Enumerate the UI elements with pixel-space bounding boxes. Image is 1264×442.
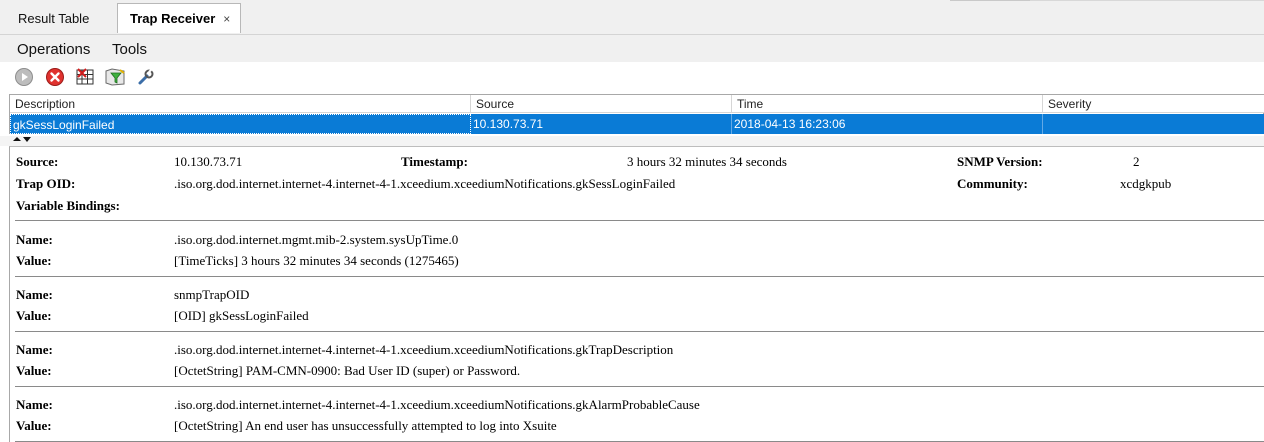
menu-operations[interactable]: Operations xyxy=(17,41,90,58)
column-header-description[interactable]: Description xyxy=(10,95,471,113)
binding-value-label: Value: xyxy=(16,253,52,268)
binding-value: [OctetString] PAM-CMN-0900: Bad User ID … xyxy=(174,363,521,378)
tabstrip-edge xyxy=(1030,0,1264,1)
column-header-severity[interactable]: Severity xyxy=(1043,95,1264,113)
snmp-version-label: SNMP Version: xyxy=(957,154,1043,169)
settings-button[interactable] xyxy=(135,66,157,88)
divider xyxy=(15,331,1264,332)
source-value: 10.130.73.71 xyxy=(174,154,243,169)
timestamp-label: Timestamp: xyxy=(401,154,468,169)
binding-value-label: Value: xyxy=(16,418,52,433)
start-button[interactable] xyxy=(13,66,35,88)
tab-strip: Result Table Trap Receiver × xyxy=(0,0,1264,34)
binding-name-value: .iso.org.dod.internet.mgmt.mib-2.system.… xyxy=(174,232,459,247)
stop-icon xyxy=(46,68,64,86)
toolbar xyxy=(0,62,1264,92)
binding-name-value: snmpTrapOID xyxy=(174,287,250,302)
community-value: xcdgkpub xyxy=(1120,176,1172,191)
timestamp-value: 3 hours 32 minutes 34 seconds xyxy=(627,154,787,169)
binding-value: [OctetString] An end user has unsuccessf… xyxy=(174,418,557,433)
pane-splitter[interactable] xyxy=(0,136,1264,146)
snmp-version-value: 2 xyxy=(1133,154,1140,169)
binding-name-value: .iso.org.dod.internet.internet-4.interne… xyxy=(174,342,674,357)
divider xyxy=(15,386,1264,387)
trap-oid-label: Trap OID: xyxy=(16,176,76,191)
binding-name-label: Name: xyxy=(16,232,53,247)
binding-name-value: .iso.org.dod.internet.internet-4.interne… xyxy=(174,397,700,412)
settings-wrench-icon xyxy=(138,68,154,85)
trap-oid-value: .iso.org.dod.internet.internet-4.interne… xyxy=(174,176,676,191)
table-row[interactable]: gkSessLoginFailed 10.130.73.71 2018-04-1… xyxy=(10,114,1264,134)
cell-severity xyxy=(1043,114,1264,134)
tab-label: Trap Receiver xyxy=(130,11,216,26)
clear-table-button[interactable] xyxy=(74,66,96,88)
tab-trap-receiver[interactable]: Trap Receiver × xyxy=(117,3,241,33)
tab-result-table[interactable]: Result Table xyxy=(6,4,116,32)
tab-label: Result Table xyxy=(18,10,90,26)
variable-bindings-label: Variable Bindings: xyxy=(16,198,120,213)
divider xyxy=(15,220,1264,221)
column-header-source[interactable]: Source xyxy=(471,95,732,113)
column-header-time[interactable]: Time xyxy=(732,95,1043,113)
binding-name-label: Name: xyxy=(16,287,53,302)
binding-value: [OID] gkSessLoginFailed xyxy=(174,308,309,323)
cell-description: gkSessLoginFailed xyxy=(10,114,471,134)
trap-table: Description Source Time Severity gkSessL… xyxy=(9,94,1264,134)
community-label: Community: xyxy=(957,176,1028,191)
binding-value-label: Value: xyxy=(16,308,52,323)
stop-button[interactable] xyxy=(44,66,66,88)
filter-button[interactable] xyxy=(104,66,126,88)
tabstrip-edge xyxy=(950,0,1030,1)
cell-time: 2018-04-13 16:23:06 xyxy=(732,114,1043,134)
binding-value-label: Value: xyxy=(16,363,52,378)
clear-table-icon xyxy=(76,68,94,85)
menu-tools[interactable]: Tools xyxy=(112,41,147,58)
divider xyxy=(15,276,1264,277)
filter-icon xyxy=(105,68,125,86)
binding-value: [TimeTicks] 3 hours 32 minutes 34 second… xyxy=(174,253,459,268)
play-icon xyxy=(15,68,33,86)
binding-name-label: Name: xyxy=(16,342,53,357)
close-tab-icon[interactable]: × xyxy=(223,12,230,26)
trap-details-panel: Source: 10.130.73.71 Timestamp: 3 hours … xyxy=(9,146,1264,442)
source-label: Source: xyxy=(16,154,59,169)
cell-source: 10.130.73.71 xyxy=(471,114,732,134)
menu-bar: Operations Tools xyxy=(0,34,1264,62)
binding-name-label: Name: xyxy=(16,397,53,412)
